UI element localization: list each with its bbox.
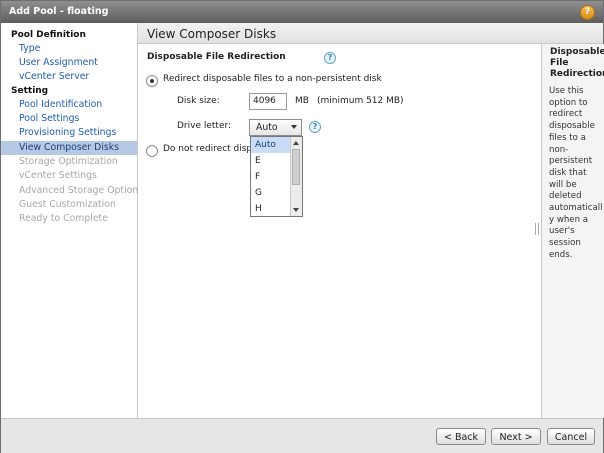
section-heading-setting: Setting	[11, 86, 49, 96]
redirect-option-label[interactable]: Redirect disposable files to a non-persi…	[163, 74, 382, 84]
panel-resize-handle[interactable]	[535, 223, 539, 235]
window-title: Add Pool - floating	[9, 6, 109, 17]
help-panel-body: Use this option to redirect disposable f…	[549, 86, 603, 260]
sidebar-item-user-assignment[interactable]: User Assignment	[1, 56, 137, 70]
no-redirect-option-label[interactable]: Do not redirect dispo	[163, 144, 258, 154]
help-info-icon[interactable]: ?	[324, 52, 336, 64]
redirect-radio[interactable]	[146, 75, 158, 87]
dropdown-scrollbar[interactable]	[290, 137, 302, 216]
scroll-thumb[interactable]	[292, 149, 300, 185]
main-content: Disposable File Redirection ? Redirect d…	[138, 44, 541, 418]
sidebar-item-ready-to-complete: Ready to Complete	[19, 213, 108, 224]
sidebar-item-pool-settings[interactable]: Pool Settings	[1, 112, 137, 126]
section-heading-pool-definition: Pool Definition	[11, 30, 86, 40]
drive-letter-value: Auto	[256, 122, 278, 133]
drive-letter-select[interactable]: Auto	[249, 119, 302, 136]
disk-size-input[interactable]: 4096	[249, 93, 287, 110]
back-button[interactable]: < Back	[436, 428, 486, 445]
section-heading-disposable-file-redirection: Disposable File Redirection	[147, 52, 286, 62]
title-bar: Add Pool - floating ?	[1, 1, 603, 23]
disk-size-minimum: (minimum 512 MB)	[317, 96, 404, 106]
sidebar-item-type[interactable]: Type	[1, 42, 137, 56]
add-pool-dialog: Add Pool - floating ? Pool Definition Ty…	[0, 0, 604, 453]
radio-selected-dot	[150, 79, 154, 83]
sidebar-item-vcenter-settings: vCenter Settings	[19, 170, 97, 181]
sidebar-item-storage-optimization: Storage Optimization	[19, 156, 118, 167]
next-button[interactable]: Next >	[491, 428, 541, 445]
wizard-footer: < Back Next > Cancel	[1, 418, 603, 453]
page-title: View Composer Disks	[147, 27, 277, 41]
drive-letter-label: Drive letter:	[177, 121, 232, 131]
scroll-down-icon[interactable]	[293, 208, 299, 212]
sidebar-item-vcenter-server[interactable]: vCenter Server	[1, 70, 137, 84]
disk-size-unit: MB	[295, 96, 309, 106]
help-panel: Disposable File Redirection Use this opt…	[541, 44, 604, 418]
cancel-button[interactable]: Cancel	[547, 428, 595, 445]
chevron-down-icon[interactable]	[291, 125, 297, 129]
wizard-sidebar: Pool Definition Type User Assignment vCe…	[1, 23, 144, 418]
drive-letter-help-icon[interactable]: ?	[309, 121, 321, 133]
drive-option-g[interactable]: G	[251, 185, 290, 201]
drive-option-auto[interactable]: Auto	[251, 137, 290, 153]
drive-option-h[interactable]: H	[251, 201, 290, 217]
page-header: View Composer Disks	[138, 23, 603, 44]
disk-size-label: Disk size:	[177, 96, 220, 106]
help-icon[interactable]: ?	[580, 5, 595, 20]
sidebar-item-advanced-storage-options: Advanced Storage Options	[19, 185, 144, 196]
help-panel-title: Disposable File Redirection	[550, 47, 604, 79]
no-redirect-radio[interactable]	[146, 145, 158, 157]
sidebar-item-pool-identification[interactable]: Pool Identification	[1, 98, 137, 112]
scroll-up-icon[interactable]	[293, 141, 299, 145]
sidebar-item-provisioning-settings[interactable]: Provisioning Settings	[1, 126, 137, 140]
sidebar-item-guest-customization: Guest Customization	[19, 199, 116, 210]
drive-letter-dropdown-list[interactable]: Auto E F G H	[250, 136, 303, 217]
drive-option-f[interactable]: F	[251, 169, 290, 185]
sidebar-item-view-composer-disks[interactable]: View Composer Disks	[1, 141, 137, 155]
drive-option-e[interactable]: E	[251, 153, 290, 169]
